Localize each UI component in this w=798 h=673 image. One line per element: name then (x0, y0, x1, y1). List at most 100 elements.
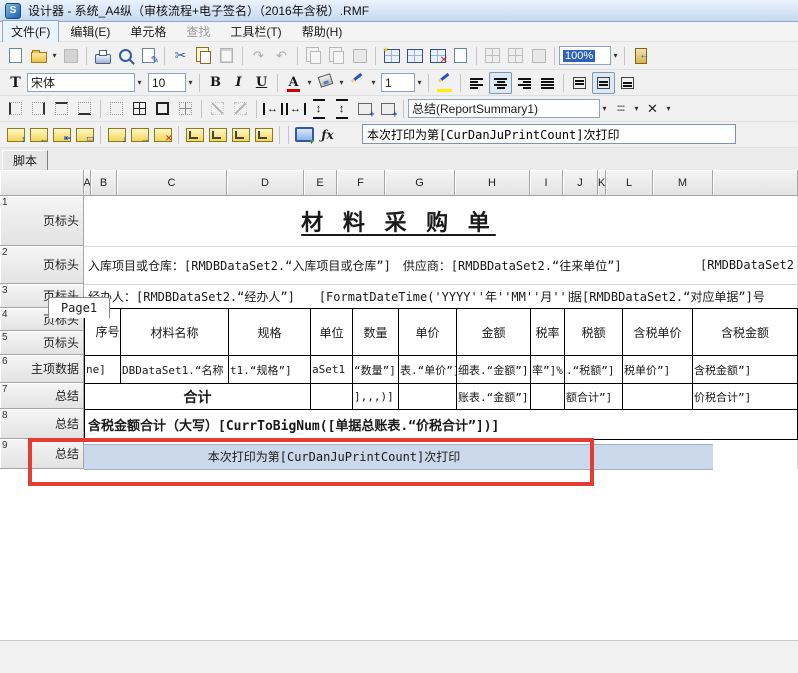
report-data-cell[interactable]: t1.“规格”] (228, 355, 311, 384)
report-data-cell[interactable]: 表.“单价”] (398, 355, 457, 384)
total-qty-cell[interactable]: ],,,)] (352, 383, 399, 410)
tab-page1[interactable]: Page1 (48, 297, 110, 318)
align-left-icon[interactable] (466, 73, 487, 93)
band-summary-icon[interactable] (253, 125, 274, 145)
report-data-cell[interactable]: “数量”] (352, 355, 399, 384)
align-justify-icon[interactable] (537, 73, 558, 93)
split-cell-icon[interactable]: ↕ (5, 125, 26, 145)
fill-color-icon[interactable] (315, 73, 336, 93)
new-file-icon[interactable] (5, 46, 26, 66)
row-header[interactable]: 7 总结 (0, 383, 84, 409)
report-col-header[interactable]: 金额 (456, 308, 531, 356)
column-header[interactable]: K (598, 170, 606, 196)
font-color-icon[interactable] (283, 73, 304, 93)
line-color-caret[interactable] (369, 74, 378, 92)
italic-icon[interactable] (228, 73, 249, 93)
fit-height-icon[interactable] (308, 99, 329, 119)
band-column-header-icon[interactable] (207, 125, 228, 145)
preview-data-icon[interactable] (294, 125, 315, 145)
add-cell-below-icon[interactable] (377, 99, 398, 119)
report-col-header[interactable]: 含税单价 (622, 308, 693, 356)
font-size-caret[interactable] (186, 74, 195, 92)
function-icon[interactable] (317, 125, 338, 145)
report-data-cell[interactable]: ne] (84, 355, 121, 384)
report-list-icon[interactable] (404, 46, 425, 66)
valign-middle-icon[interactable] (592, 72, 615, 94)
delete-band-icon[interactable] (642, 99, 663, 119)
border-top-icon[interactable] (51, 99, 72, 119)
font-name-caret[interactable] (135, 74, 144, 92)
border-none-icon[interactable] (106, 99, 127, 119)
border-left-icon[interactable] (5, 99, 26, 119)
align-center-icon[interactable] (489, 72, 512, 94)
font-size-select[interactable]: 10 (148, 73, 186, 92)
underline-icon[interactable] (251, 73, 272, 93)
report-data-cell[interactable]: aSet1 (310, 355, 353, 384)
merge-cells2-icon[interactable]: ⇤ (51, 125, 72, 145)
corner-header[interactable] (0, 170, 84, 196)
bold-icon[interactable] (205, 73, 226, 93)
menu-toolbars[interactable]: 工具栏(T) (221, 20, 290, 43)
report-header2-cell[interactable]: 经办人：[RMDBDataSet2.“经办人”] [FormatDateTime… (88, 284, 570, 308)
column-header[interactable]: A (84, 170, 91, 196)
zoom-caret[interactable] (611, 47, 620, 65)
band-select[interactable]: 总结(ReportSummary1) (408, 99, 600, 118)
column-header[interactable]: E (304, 170, 337, 196)
report-col-header[interactable]: 单位 (310, 308, 353, 356)
report-data-cell[interactable]: 率”]% (530, 355, 565, 384)
column-header[interactable]: C (117, 170, 227, 196)
script-tab-button[interactable]: 脚本 (2, 150, 48, 171)
fill-color-caret[interactable] (337, 74, 346, 92)
column-header[interactable]: L (606, 170, 653, 196)
delete-band-caret[interactable] (664, 100, 673, 118)
expand-width-icon[interactable] (285, 99, 306, 119)
border-right-icon[interactable] (28, 99, 49, 119)
report-header2-right-cell[interactable]: 据[RMDBDataSet2.“对应单据”]号 (570, 284, 798, 308)
bignum-cell[interactable]: 含税金额合计（大写）[CurrToBigNum([单据总账表.“价税合计”])] (84, 409, 798, 440)
report-col-header[interactable]: 含税金额 (692, 308, 798, 356)
column-header[interactable]: M (653, 170, 713, 196)
open-file-icon[interactable] (28, 46, 49, 66)
print-icon[interactable] (92, 46, 113, 66)
report-col-header[interactable]: 税额 (564, 308, 623, 356)
formula-input[interactable] (362, 124, 736, 144)
row-header[interactable]: 2 页标头 (0, 246, 84, 284)
report-col-header[interactable]: 单价 (398, 308, 457, 356)
report-data-cell[interactable]: 含税金额”] (692, 355, 798, 384)
fit-width-icon[interactable] (262, 99, 283, 119)
band-data-icon[interactable] (230, 125, 251, 145)
column-header-blank[interactable] (713, 170, 798, 196)
border-outer-icon[interactable] (152, 99, 173, 119)
open-dropdown-caret[interactable] (50, 47, 59, 65)
expand-height-icon[interactable] (331, 99, 352, 119)
zoom-select[interactable]: 100% (559, 46, 611, 65)
row-header[interactable]: 1 页标头 (0, 196, 84, 246)
total-label-cell[interactable]: 合计 (84, 383, 311, 410)
report-data-cell[interactable]: 细表.“金额”] (456, 355, 531, 384)
cut-icon[interactable] (170, 46, 191, 66)
valign-bottom-icon[interactable] (617, 73, 638, 93)
menu-file[interactable]: 文件(F) (2, 20, 59, 43)
add-cell-right-icon[interactable] (354, 99, 375, 119)
valign-top-icon[interactable] (569, 73, 590, 93)
align-right-icon[interactable] (514, 73, 535, 93)
column-header[interactable]: G (385, 170, 455, 196)
menu-help[interactable]: 帮助(H) (293, 20, 352, 43)
insert-col-right-icon[interactable]: → (129, 125, 150, 145)
line-style-icon[interactable] (610, 99, 631, 119)
highlight-icon[interactable] (434, 73, 455, 93)
total-tax-cell[interactable]: 额合计”] (564, 383, 623, 410)
border-all-icon[interactable] (129, 99, 150, 119)
total-incl-cell[interactable]: 价税合计”] (692, 383, 798, 410)
row-header[interactable]: 5 页标头 (0, 331, 84, 355)
row-header[interactable]: 8 总结 (0, 409, 84, 439)
font-name-select[interactable]: 宋体 (27, 73, 135, 92)
total-empty-cell[interactable] (398, 383, 457, 410)
band-select-caret[interactable] (600, 100, 609, 118)
delete-cell-icon[interactable]: ✕ (152, 125, 173, 145)
exit-icon[interactable] (630, 46, 651, 66)
report-header1-right-cell[interactable]: [RMDBDataSet2 (700, 246, 798, 284)
band-page-header-icon[interactable] (184, 125, 205, 145)
report-header1-cell[interactable]: 入库项目或仓库：[RMDBDataSet2.“入库项目或仓库”] 供应商：[RM… (88, 246, 688, 284)
blank-page-icon[interactable] (450, 46, 471, 66)
